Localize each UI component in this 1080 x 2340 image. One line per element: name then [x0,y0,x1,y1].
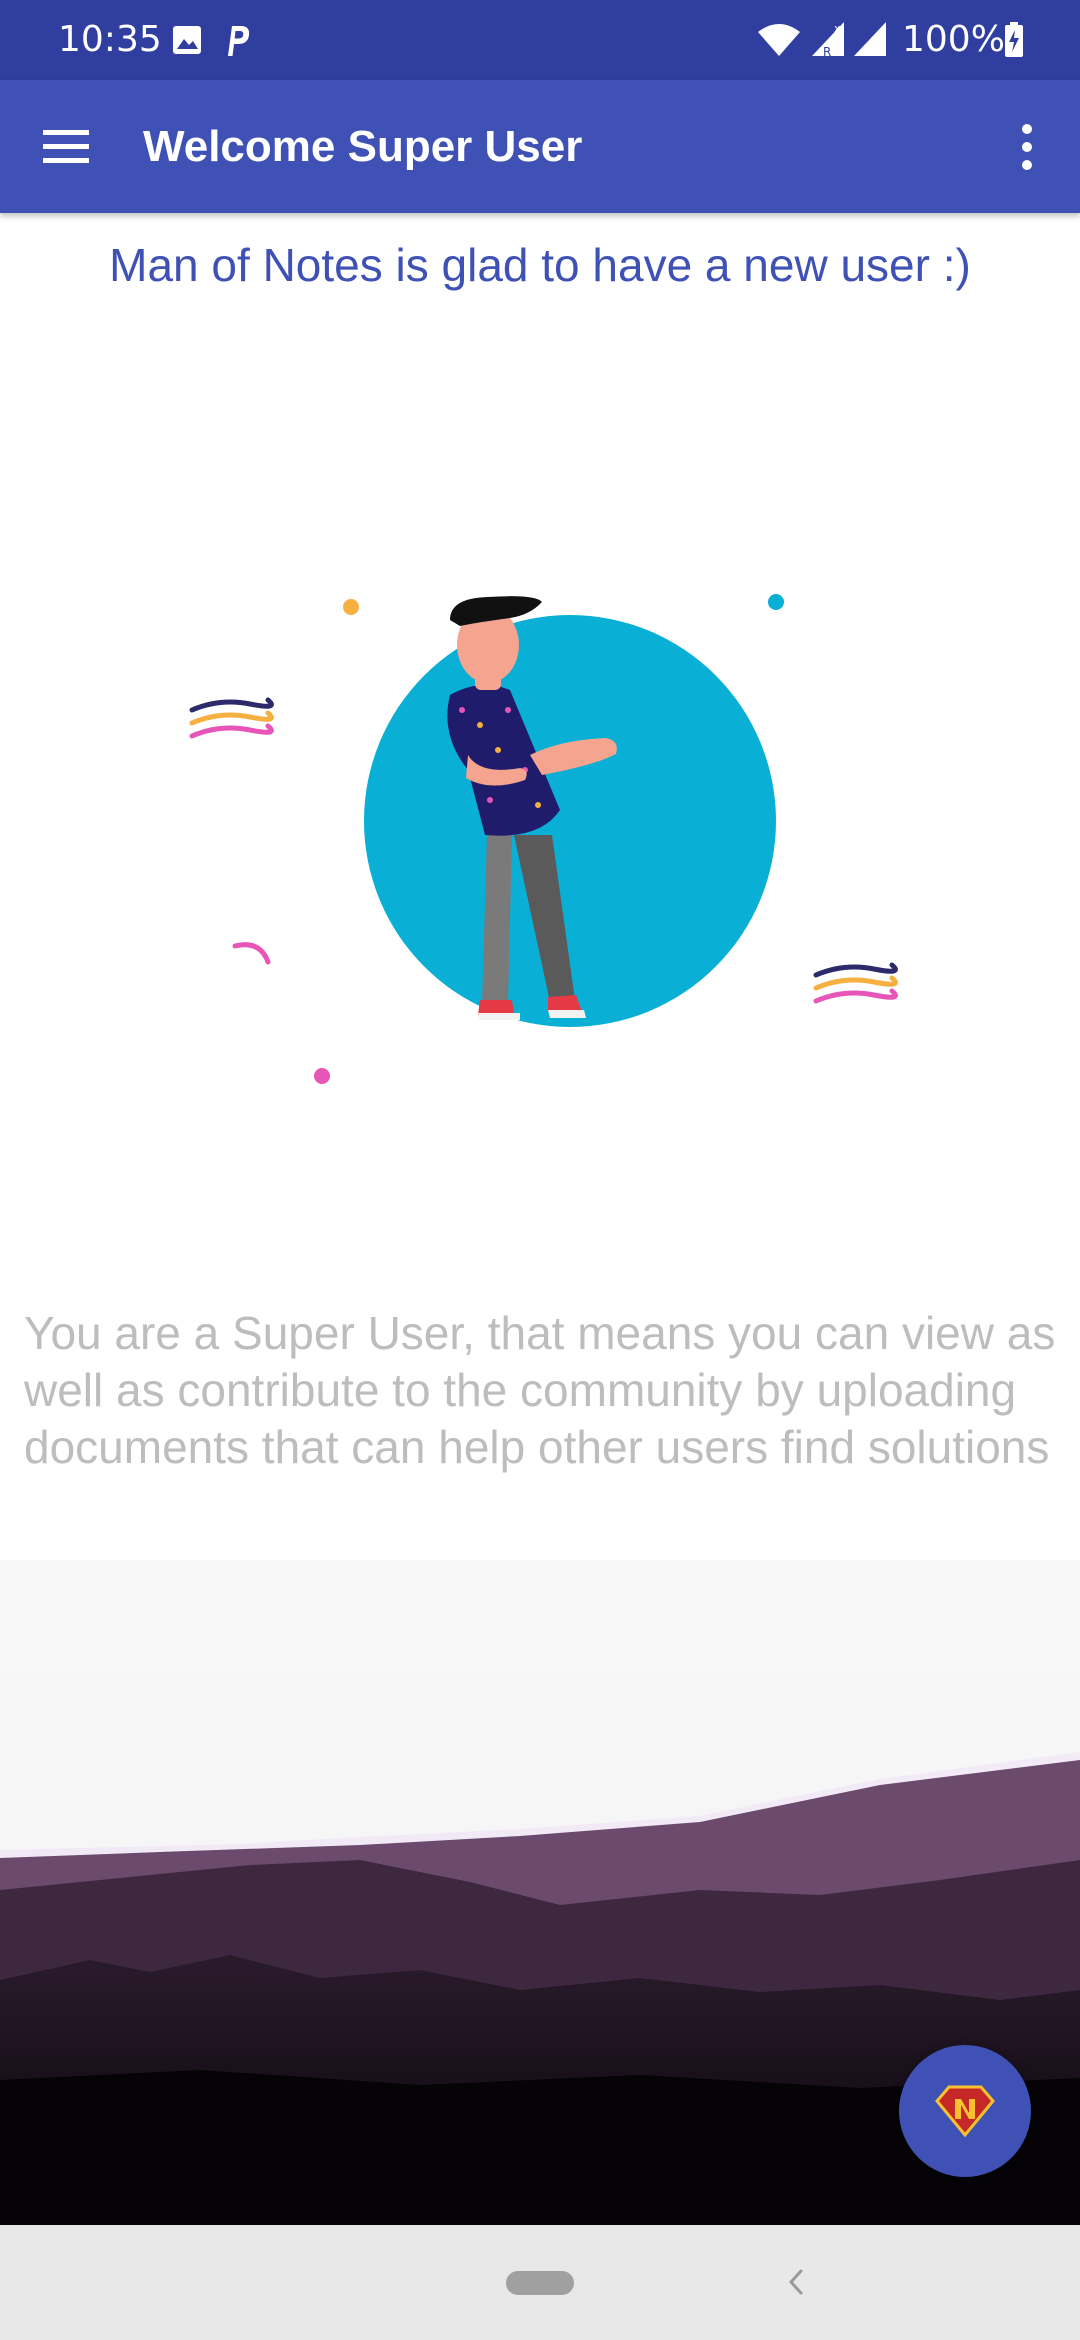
hamburger-menu-icon[interactable] [30,109,106,185]
status-time: 10:35 [58,19,162,60]
app-bar: Welcome Super User [0,80,1080,213]
squiggle-left [189,697,274,739]
signal-roaming-icon: x R [810,20,846,63]
parking-app-icon [222,22,252,63]
welcome-message: Man of Notes is glad to have a new user … [109,239,971,291]
status-bar: 10:35 x R 100% [0,0,1080,80]
superman-n-logo-icon [935,2085,995,2137]
svg-text:R: R [823,45,831,58]
image-icon [172,25,202,60]
confetti-dot-pink [314,1068,330,1084]
confetti-dot-orange [343,599,359,615]
confetti-arc-pink [232,942,271,965]
squiggle-right [813,962,898,1004]
confetti-dot-blue [768,594,784,610]
signal-icon [852,20,888,63]
svg-text:x: x [834,22,841,35]
wifi-icon [756,22,802,63]
more-vert-icon[interactable] [1005,109,1049,185]
back-chevron-icon[interactable] [780,2257,810,2307]
page-title: Welcome Super User [143,122,583,171]
super-user-description: You are a Super User, that means you can… [24,1307,1056,1473]
battery-charging-icon [1004,22,1024,63]
welcome-illustration [150,560,930,1120]
home-pill[interactable] [506,2271,574,2295]
system-nav-bar [0,2225,1080,2340]
battery-percentage: 100% [902,19,1005,60]
super-user-fab[interactable] [899,2045,1031,2177]
